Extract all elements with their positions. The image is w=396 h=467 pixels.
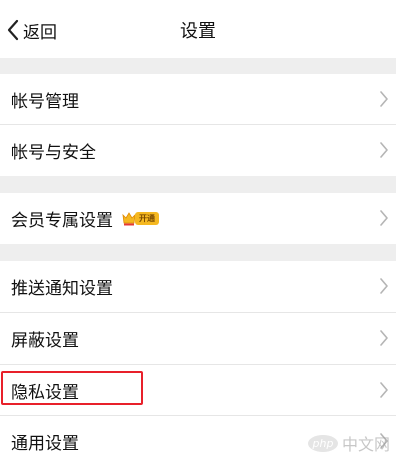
settings-item-label: 通用设置 <box>11 434 79 454</box>
settings-item-label: 屏蔽设置 <box>11 331 79 351</box>
chevron-right-icon <box>380 210 388 226</box>
settings-item-label: 推送通知设置 <box>11 279 113 299</box>
vip-badge: 开通 <box>122 211 159 227</box>
watermark-text: 中文网 <box>341 435 390 454</box>
section-gap <box>0 244 396 261</box>
page-title: 设置 <box>180 21 216 42</box>
section-gap <box>0 176 396 193</box>
chevron-right-icon <box>380 278 388 294</box>
settings-item-push[interactable]: 推送通知设置 <box>0 261 396 312</box>
chevron-right-icon <box>380 91 388 107</box>
vip-crown-icon <box>122 211 136 225</box>
vip-badge-label: 开通 <box>135 212 159 225</box>
highlight-box <box>1 371 143 405</box>
settings-item-account-management[interactable]: 帐号管理 <box>0 74 396 125</box>
settings-item-account-security[interactable]: 帐号与安全 <box>0 125 396 176</box>
settings-item-label: 帐号与安全 <box>11 143 96 163</box>
watermark: php 中文网 <box>307 431 390 455</box>
php-logo: php <box>307 434 338 452</box>
header-bar: 返回 设置 <box>0 0 396 58</box>
settings-item-block[interactable]: 屏蔽设置 <box>0 313 396 364</box>
settings-item-label: 帐号管理 <box>11 92 79 112</box>
chevron-right-icon <box>380 142 388 158</box>
chevron-right-icon <box>380 382 388 398</box>
settings-item-member[interactable]: 会员专属设置 开通 <box>0 193 396 244</box>
section-gap <box>0 58 396 74</box>
chevron-right-icon <box>380 330 388 346</box>
settings-item-label: 会员专属设置 <box>11 211 113 231</box>
